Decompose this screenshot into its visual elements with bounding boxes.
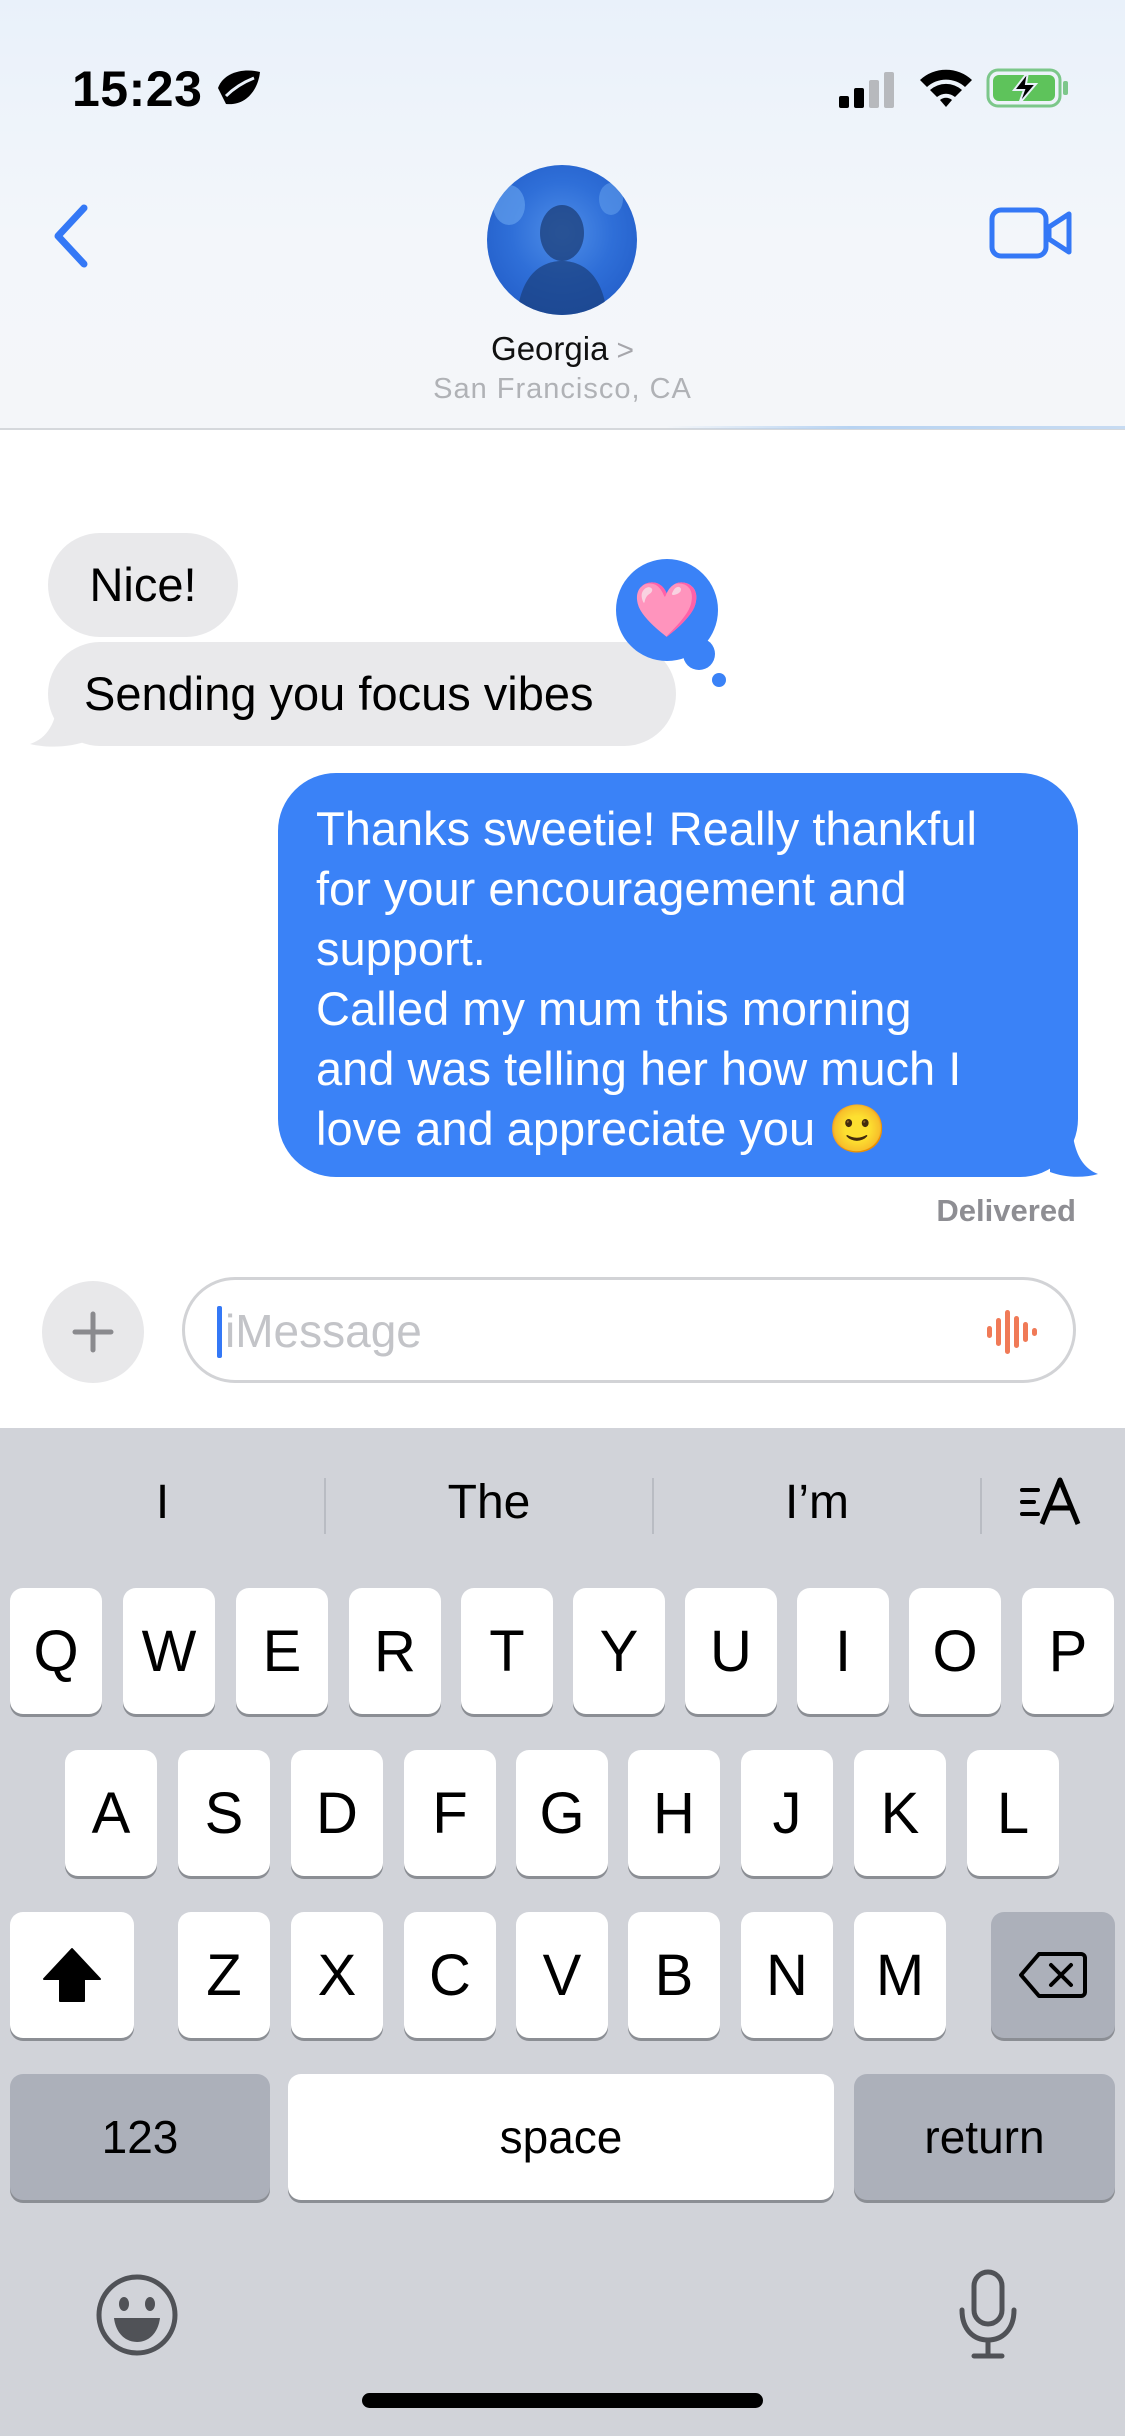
avatar-photo [493,183,623,315]
cellular-signal-icon [839,72,894,108]
key-s[interactable]: S [178,1750,270,1876]
key-b[interactable]: B [628,1912,720,2038]
key-a[interactable]: A [65,1750,157,1876]
key-t[interactable]: T [461,1588,553,1714]
keyboard: I The I’m Q W E R T Y U I O P A S D F G … [0,1428,1125,2436]
prediction-suggestion[interactable]: I’m [654,1472,980,1532]
key-k[interactable]: K [854,1750,946,1876]
prediction-suggestion[interactable]: The [326,1472,652,1532]
imessage-input[interactable] [223,1300,927,1362]
numbers-key[interactable]: 123 [10,2074,270,2200]
prediction-suggestion[interactable]: I [0,1472,325,1532]
key-l[interactable]: L [967,1750,1059,1876]
plus-icon [72,1311,114,1353]
text-cursor [217,1306,222,1358]
apps-plus-button[interactable] [42,1281,144,1383]
back-button[interactable] [40,196,100,276]
battery-charging-icon [986,68,1068,108]
tapback-tail [683,638,715,670]
tapback-tail [712,673,726,687]
message-line: support. [316,922,486,975]
chevron-left-icon [54,204,88,268]
status-time: 15:23 [72,61,203,117]
chevron-right-icon: > [616,334,634,367]
key-g[interactable]: G [516,1750,608,1876]
message-line: love and appreciate you 🙂 [316,1102,887,1155]
message-compose-field[interactable] [182,1277,1076,1383]
header-divider [665,426,1125,429]
key-d[interactable]: D [291,1750,383,1876]
key-y[interactable]: Y [573,1588,665,1714]
incoming-message[interactable]: Nice! [48,533,238,637]
message-line: for your encouragement and [316,862,907,915]
prediction-divider [980,1478,982,1534]
audio-waveform-icon[interactable] [983,1306,1043,1358]
key-h[interactable]: H [628,1750,720,1876]
key-x[interactable]: X [291,1912,383,2038]
key-i[interactable]: I [797,1588,889,1714]
key-q[interactable]: Q [10,1588,102,1714]
key-o[interactable]: O [909,1588,1001,1714]
text-format-icon[interactable] [1018,1472,1084,1532]
key-w[interactable]: W [123,1588,215,1714]
return-key[interactable]: return [854,2074,1115,2200]
heart-icon: 🩷 [633,580,701,640]
message-line: and was telling her how much I [316,1042,962,1095]
contact-location: San Francisco, CA [433,373,692,405]
bubble-tail [1050,1128,1098,1177]
predictive-text-bar: I The I’m [0,1428,1125,1578]
wifi-icon [920,69,972,107]
message-line: Thanks sweetie! Really thankful [316,802,977,855]
message-text: Nice! [89,558,197,611]
delivery-status: Delivered [936,1193,1076,1228]
key-u[interactable]: U [685,1588,777,1714]
outgoing-message[interactable]: Thanks sweetie! Really thankful for your… [278,773,1078,1177]
facetime-video-button[interactable] [986,198,1076,268]
key-m[interactable]: M [854,1912,946,2038]
contact-avatar[interactable] [487,165,637,315]
key-j[interactable]: J [741,1750,833,1876]
key-z[interactable]: Z [178,1912,270,2038]
key-c[interactable]: C [404,1912,496,2038]
dictation-microphone-icon[interactable] [956,2268,1020,2360]
delete-key[interactable] [991,1912,1115,2038]
key-f[interactable]: F [404,1750,496,1876]
home-indicator[interactable] [362,2393,763,2408]
message-text: Sending you focus vibes [84,667,594,720]
shift-arrow-icon [43,1948,101,2002]
message-line: Called my mum this morning [316,982,912,1035]
contact-name-row[interactable]: Georgia > [0,330,1125,368]
key-n[interactable]: N [741,1912,833,2038]
incoming-message[interactable]: Sending you focus vibes [48,642,676,746]
video-camera-icon [989,207,1072,259]
emoji-icon[interactable] [94,2272,180,2358]
key-r[interactable]: R [349,1588,441,1714]
space-key[interactable]: space [288,2074,834,2200]
contact-name: Georgia [491,330,609,367]
key-e[interactable]: E [236,1588,328,1714]
key-p[interactable]: P [1022,1588,1114,1714]
focus-mode-icon [218,70,260,105]
backspace-icon [1019,1952,1087,1998]
shift-key[interactable] [10,1912,134,2038]
key-v[interactable]: V [516,1912,608,2038]
